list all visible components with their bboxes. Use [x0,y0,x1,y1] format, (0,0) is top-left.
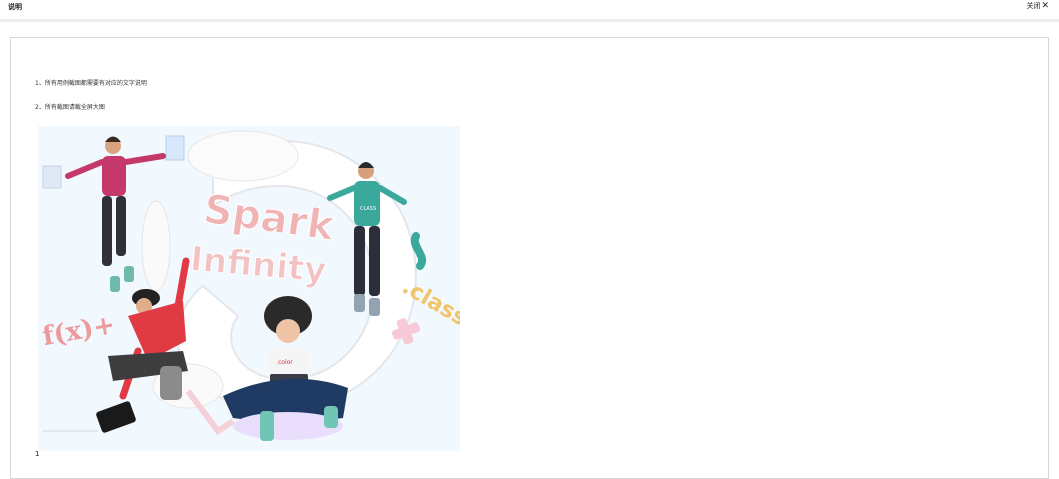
shirt-text: CLASS [360,206,376,212]
close-button[interactable]: 关闭✕ [1026,1,1049,11]
dialog-title: 说明 [8,3,22,11]
dialog-header: 说明 关闭✕ [0,0,1059,22]
note-1: 1、所有用例截图都需要有对应的文字说明 [35,80,147,87]
illustration-image: Spark Infinity .class f(x)+ CLASS color [38,126,460,451]
image-caption: 1 [35,450,40,458]
content-panel: 1、所有用例截图都需要有对应的文字说明 2、所有截图请截全屏大图 Spark I… [10,37,1049,479]
illustration-svg: Spark Infinity .class f(x)+ CLASS color [38,126,460,451]
note-2: 2、所有截图请截全屏大图 [35,104,105,111]
shirt-color-text: color [278,359,293,366]
close-label: 关闭 [1026,2,1041,10]
close-icon: ✕ [1041,1,1049,11]
